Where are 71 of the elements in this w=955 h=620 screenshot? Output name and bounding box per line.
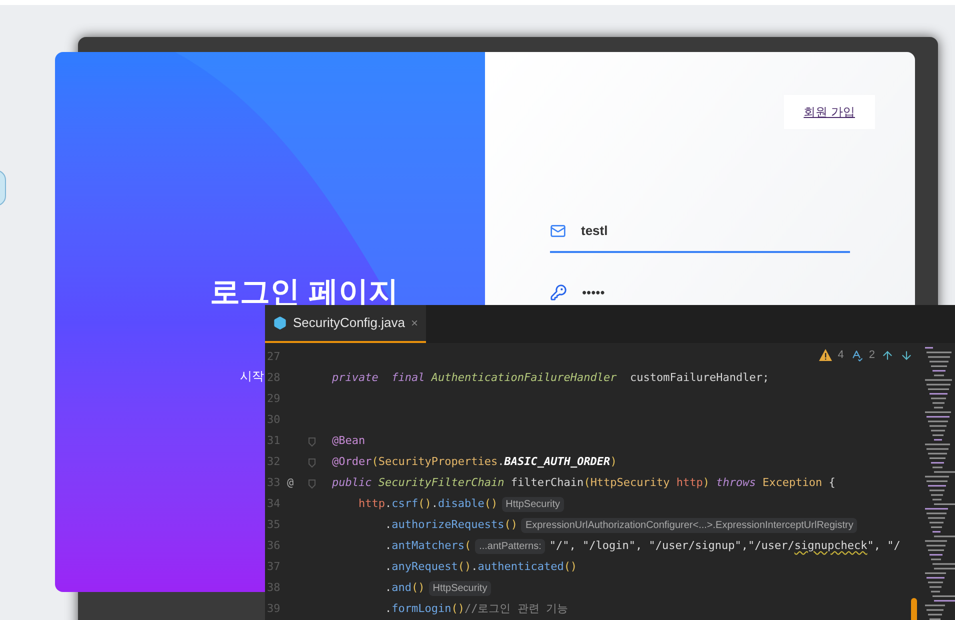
close-tab-button[interactable]: × xyxy=(411,314,418,332)
code-token: AuthenticationFailureHandler xyxy=(430,370,617,386)
code-token: . xyxy=(384,580,392,596)
code-token: @Order xyxy=(332,454,372,470)
code-token: () xyxy=(504,517,518,534)
code-token: http xyxy=(357,496,385,512)
code-token: http xyxy=(675,475,703,492)
code-token: public xyxy=(332,475,372,492)
code-token: () xyxy=(458,559,472,576)
password-field[interactable]: ••••• xyxy=(550,282,850,302)
next-arrow-icon[interactable] xyxy=(900,348,913,362)
code-token: . xyxy=(431,496,438,512)
code-token: ( xyxy=(372,454,378,470)
code-token: throws xyxy=(715,475,756,492)
code-token: authenticated xyxy=(478,559,564,576)
code-token: Exception xyxy=(762,475,822,492)
warning-count: 4 xyxy=(838,348,844,363)
scrollbar-thumb xyxy=(911,598,917,620)
code-token: //로그인 관련 기능 xyxy=(464,601,568,618)
code-token: () xyxy=(411,580,425,596)
code-token: antMatchers xyxy=(392,538,464,554)
editor-tab[interactable]: SecurityConfig.java × xyxy=(265,305,426,343)
code-token: ", "/ xyxy=(867,538,900,554)
code-token: anyRequest xyxy=(392,559,458,576)
code-token: . xyxy=(471,559,478,576)
inlay-hint: HttpSecurity xyxy=(428,581,492,596)
inlay-hint: ...antPatterns: xyxy=(475,539,546,554)
code-token: ( xyxy=(464,538,472,554)
code-token: () xyxy=(484,496,498,512)
code-token: HttpSecurity xyxy=(590,475,670,492)
code-token: and xyxy=(392,580,412,596)
code-token: final xyxy=(390,370,425,386)
code-token: ( xyxy=(584,475,590,492)
inlay-hint: HttpSecurity xyxy=(502,497,564,512)
code-token: SecurityProperties xyxy=(378,454,498,470)
code-token: filterChain xyxy=(510,475,584,492)
code-token: csrf xyxy=(392,496,418,512)
code-token: . xyxy=(384,538,392,554)
code-token: customFailureHandler; xyxy=(629,370,770,386)
inlay-hint: ExpressionUrlAuthorizationConfigurer<...>.ExpressionInterceptUrlRegistry xyxy=(521,518,858,533)
code-token: BASIC_AUTH_ORDER xyxy=(504,454,610,470)
signup-link[interactable]: 회원 가입 xyxy=(784,95,875,129)
code-token: disable xyxy=(438,496,484,512)
typo-count: 2 xyxy=(868,348,875,363)
code-token: @Bean xyxy=(332,433,366,450)
cube-icon xyxy=(273,316,287,330)
code-token: authorizeRequests xyxy=(392,517,504,534)
code-token: () xyxy=(418,496,432,512)
code-token: SecurityFilterChain xyxy=(377,475,504,492)
key-icon xyxy=(550,284,567,301)
code-token: . xyxy=(384,601,392,618)
code-token: . xyxy=(384,496,392,512)
code-token: () xyxy=(564,559,578,576)
warning-icon xyxy=(818,349,832,362)
code-token: . xyxy=(384,517,392,534)
code-token: . xyxy=(384,559,392,576)
code-token: private xyxy=(332,370,378,386)
code-token: . xyxy=(498,454,504,470)
code-token: "/", "/login", "/user/signup","/user/ xyxy=(549,538,794,554)
code-token: formLogin xyxy=(392,601,452,618)
subtitle: 시작 xyxy=(240,368,264,385)
gutter-marker: @ xyxy=(287,476,294,490)
mail-icon xyxy=(550,222,566,239)
code-token: ) xyxy=(610,454,617,470)
code-token: ) xyxy=(702,475,710,492)
previous-arrow-icon[interactable] xyxy=(881,348,894,362)
code-token: signupcheck xyxy=(794,538,868,554)
code-token: { xyxy=(828,475,836,492)
code-token: () xyxy=(451,601,464,618)
spellcheck-icon xyxy=(850,348,863,362)
email-field[interactable]: testl xyxy=(550,221,850,252)
